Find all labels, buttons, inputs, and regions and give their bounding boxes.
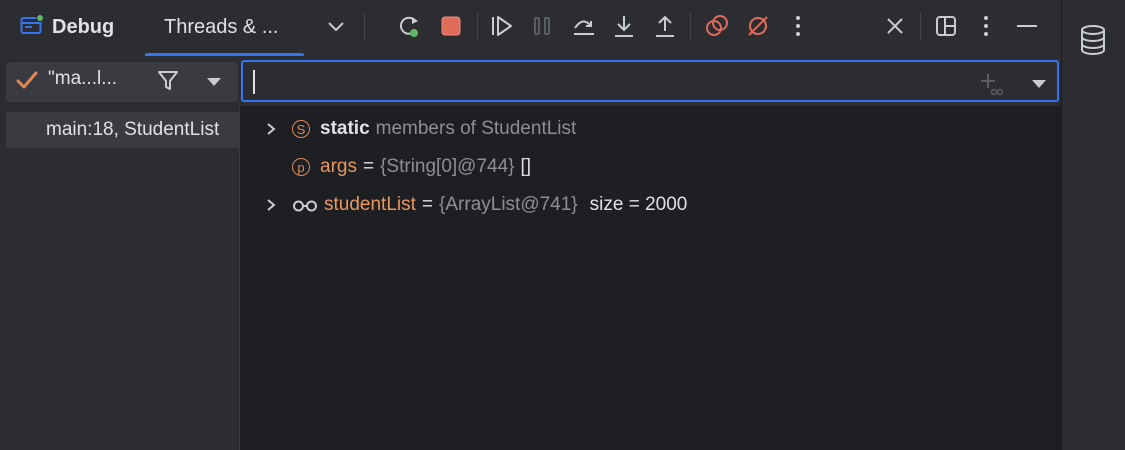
step-into-icon[interactable] <box>610 12 638 40</box>
evaluate-expression-field[interactable] <box>241 60 1059 102</box>
tab-threads-variables[interactable]: Threads & ... <box>148 10 304 44</box>
close-icon[interactable] <box>881 12 909 40</box>
rerun-icon[interactable] <box>395 12 423 40</box>
variable-value: size = 2000 <box>589 194 688 215</box>
variable-description: members of StudentList <box>375 118 577 139</box>
static-badge-icon: S <box>292 120 310 138</box>
toolbar-separator <box>920 13 921 41</box>
variable-row-static[interactable]: S static members of StudentList <box>262 113 576 145</box>
equals-sign: = <box>362 156 375 177</box>
variable-row-args[interactable]: p args = {String[0]@744} [] <box>262 151 531 183</box>
variable-name: static <box>320 118 370 139</box>
frame-label: main:18, StudentList <box>46 119 220 140</box>
frames-list <box>0 106 239 450</box>
debug-toolbar: Debug Threads & ... <box>0 0 1061 57</box>
debug-tool-window: Debug Threads & ... "ma...l... main:18, … <box>0 0 1061 450</box>
layout-icon[interactable] <box>932 12 960 40</box>
variable-value: [] <box>520 156 532 177</box>
step-out-icon[interactable] <box>651 12 679 40</box>
text-cursor <box>253 70 255 94</box>
chevron-right-icon[interactable] <box>262 122 280 136</box>
debug-title[interactable]: Debug <box>20 10 114 44</box>
more-actions-icon[interactable] <box>786 12 810 40</box>
stop-icon[interactable] <box>437 12 465 40</box>
view-breakpoints-icon[interactable] <box>703 12 731 40</box>
toolbar-separator <box>477 13 478 41</box>
minimize-icon[interactable] <box>1013 12 1041 40</box>
tabs-dropdown-chevron-icon[interactable] <box>324 14 348 38</box>
tab-threads-label: Threads & ... <box>164 15 279 38</box>
step-over-icon[interactable] <box>570 12 598 40</box>
parameter-badge-icon: p <box>292 158 310 176</box>
mute-breakpoints-icon[interactable] <box>744 12 772 40</box>
thread-selector[interactable] <box>6 62 238 102</box>
chevron-right-icon[interactable] <box>262 198 280 212</box>
filter-icon[interactable] <box>156 69 180 98</box>
check-icon <box>16 70 38 95</box>
watch-glasses-icon <box>292 198 318 212</box>
add-to-watches-icon[interactable] <box>979 72 1004 101</box>
options-icon[interactable] <box>974 12 998 40</box>
history-dropdown-arrow-icon[interactable] <box>1031 76 1047 94</box>
variable-name: studentList <box>324 194 416 215</box>
right-tool-strip <box>1061 0 1125 450</box>
object-reference: {ArrayList@741} <box>439 194 578 215</box>
resume-icon[interactable] <box>488 12 516 40</box>
object-reference: {String[0]@744} <box>380 156 515 177</box>
panel-divider[interactable] <box>239 106 240 450</box>
pause-icon[interactable] <box>528 12 556 40</box>
toolbar-separator <box>690 13 691 41</box>
variable-row-studentlist[interactable]: studentList = {ArrayList@741} size = 200… <box>262 189 687 221</box>
toolbar-separator <box>364 13 365 41</box>
list-item-frame[interactable]: main:18, StudentList <box>6 112 239 148</box>
thread-dropdown-arrow-icon[interactable] <box>206 74 222 92</box>
thread-selector-label: "ma...l... <box>48 68 118 89</box>
variable-name: args <box>320 156 357 177</box>
evaluate-expression-input[interactable] <box>253 66 957 98</box>
debug-window-icon <box>20 13 44 41</box>
database-icon[interactable] <box>1078 24 1108 61</box>
debug-title-label: Debug <box>52 15 115 38</box>
equals-sign: = <box>421 194 434 215</box>
